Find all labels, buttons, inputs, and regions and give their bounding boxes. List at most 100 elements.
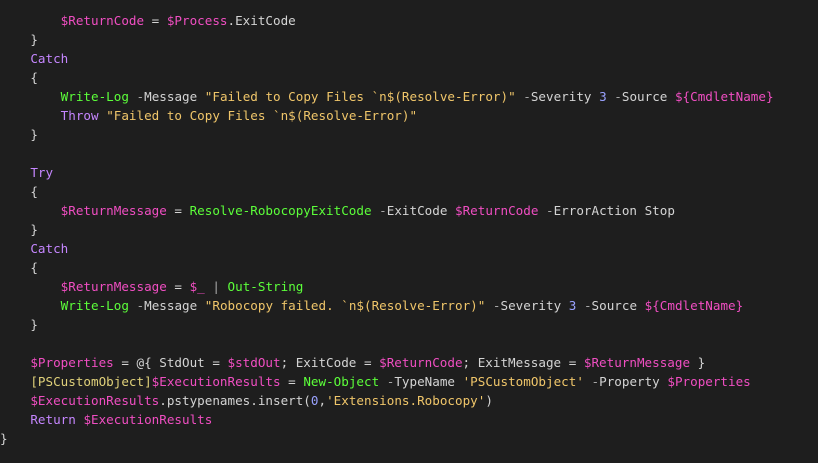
code-token: $ReturnCode — [379, 355, 463, 370]
code-token: Try — [30, 165, 54, 180]
code-line: $Properties = @{ StdOut = $stdOut; ExitC… — [0, 353, 774, 372]
code-line: Write-Log -Message "Failed to Copy Files… — [0, 87, 774, 106]
code-token: - — [614, 89, 622, 104]
code-token: Resolve-RobocopyExitCode — [189, 203, 372, 218]
code-token: Message — [144, 298, 205, 313]
code-line: $ReturnCode = $Process.ExitCode — [0, 11, 774, 30]
code-token: Property — [599, 374, 668, 389]
code-token: Return — [30, 412, 76, 427]
code-token: } — [0, 127, 38, 142]
code-token: $Process — [166, 13, 228, 28]
code-token: } — [0, 317, 38, 332]
code-token: 'Extensions.Robocopy' — [326, 393, 486, 408]
code-token: $ExecutionResults — [30, 393, 160, 408]
code-token: "Robocopy failed. `n$(Resolve-Error)" — [204, 298, 486, 313]
code-token: | — [212, 279, 220, 294]
code-text-area[interactable]: $ReturnCode = $Process.ExitCode } Catch … — [0, 11, 774, 448]
code-token: { — [0, 70, 38, 85]
code-token: - — [546, 203, 554, 218]
code-token: [PSCustomObject] — [30, 374, 152, 389]
code-line: { — [0, 258, 774, 277]
code-line: Catch — [0, 49, 774, 68]
code-token: 'PSCustomObject' — [462, 374, 584, 389]
code-line: [PSCustomObject]$ExecutionResults = New-… — [0, 372, 774, 391]
code-token: = @{ StdOut = — [113, 355, 228, 370]
code-token: - — [136, 298, 145, 313]
code-token: $ReturnMessage — [60, 203, 167, 218]
code-token: Severity — [530, 89, 600, 104]
code-token: Source — [621, 89, 675, 104]
code-token: = — [166, 279, 190, 294]
code-token: $ExecutionResults — [83, 412, 213, 427]
code-token: Out-String — [227, 279, 304, 294]
code-line: } — [0, 30, 774, 49]
code-token: .pstypenames.insert( — [159, 393, 311, 408]
code-line: Catch — [0, 239, 774, 258]
code-token: ; ExitMessage = — [462, 355, 584, 370]
code-token: $Properties — [30, 355, 114, 370]
code-token: $Properties — [667, 374, 751, 389]
code-token: , — [318, 393, 327, 408]
code-token: Source — [591, 298, 645, 313]
code-token: 3 — [599, 89, 607, 104]
code-token: ${CmdletName} — [644, 298, 744, 313]
code-token: $ReturnMessage — [583, 355, 691, 370]
code-token: New-Object — [303, 374, 380, 389]
code-token: $ExecutionResults — [151, 374, 281, 389]
code-token: ; ExitCode = — [280, 355, 380, 370]
code-line: { — [0, 68, 774, 87]
code-token: - — [136, 89, 145, 104]
code-line: Write-Log -Message "Robocopy failed. `n$… — [0, 296, 774, 315]
code-token: } — [0, 222, 38, 237]
code-token: Write-Log — [60, 298, 129, 313]
code-token: Message — [144, 89, 205, 104]
code-line: Throw "Failed to Copy Files `n$(Resolve-… — [0, 106, 774, 125]
code-token: $stdOut — [227, 355, 281, 370]
code-editor[interactable]: $ReturnCode = $Process.ExitCode } Catch … — [0, 0, 818, 463]
code-token: .ExitCode — [227, 13, 296, 28]
code-line: $ReturnMessage = Resolve-RobocopyExitCod… — [0, 201, 774, 220]
code-token: - — [591, 374, 600, 389]
code-token: - — [523, 89, 531, 104]
code-line: $ReturnMessage = $_ | Out-String — [0, 277, 774, 296]
code-token: "Failed to Copy Files `n$(Resolve-Error)… — [106, 108, 418, 123]
code-token: Throw — [60, 108, 99, 123]
code-token: Write-Log — [60, 89, 129, 104]
code-token: ErrorAction Stop — [553, 203, 675, 218]
code-token: } — [0, 431, 8, 446]
code-token: Severity — [500, 298, 569, 313]
code-line: } — [0, 429, 774, 448]
code-token: = — [166, 203, 190, 218]
code-line: Return $ExecutionResults — [0, 410, 774, 429]
code-token: - — [492, 298, 501, 313]
code-token: Catch — [30, 241, 69, 256]
code-token: $ReturnMessage — [60, 279, 167, 294]
code-line: { — [0, 182, 774, 201]
code-token: ${CmdletName} — [674, 89, 774, 104]
code-token: TypeName — [394, 374, 463, 389]
code-line: } — [0, 315, 774, 334]
code-token: Catch — [30, 51, 69, 66]
code-token: { — [0, 260, 38, 275]
